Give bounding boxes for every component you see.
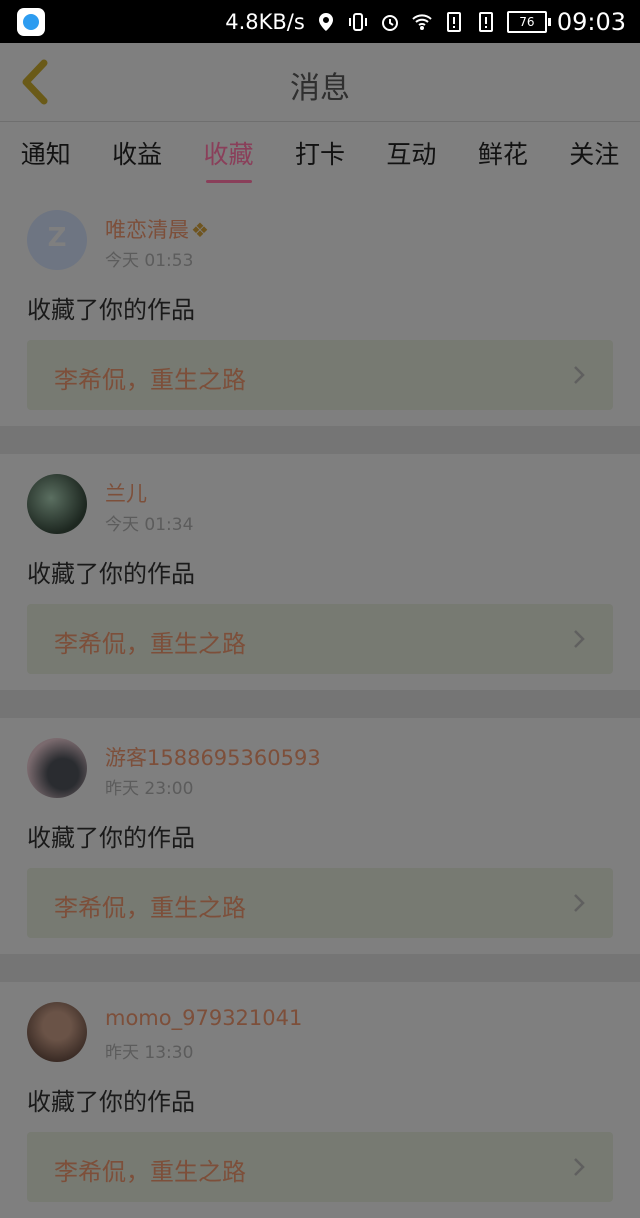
chevron-right-icon	[574, 894, 585, 912]
divider	[0, 690, 640, 718]
wifi-icon	[412, 13, 432, 30]
network-speed: 4.8KB/s	[225, 9, 305, 34]
tab-following[interactable]: 关注	[563, 135, 625, 171]
avatar[interactable]	[27, 1002, 87, 1062]
divider	[0, 426, 640, 454]
message-time: 昨天 23:00	[105, 779, 194, 799]
username[interactable]: 唯恋清晨 ❖	[105, 214, 209, 244]
vip-badge-icon: ❖	[191, 218, 209, 242]
avatar[interactable]	[27, 474, 87, 534]
battery-indicator: 76	[506, 10, 551, 33]
username[interactable]: 游客1588695360593	[105, 742, 321, 772]
tab-notifications[interactable]: 通知	[15, 135, 77, 171]
list-item: 兰儿 今天 01:34 收藏了你的作品 李希侃，重生之路	[0, 454, 640, 690]
message-time: 今天 01:34	[105, 515, 194, 535]
tab-interactions[interactable]: 互动	[380, 135, 442, 171]
list-item: momo_979321041 昨天 13:30 收藏了你的作品 李希侃，重生之路	[0, 982, 640, 1218]
chevron-right-icon	[574, 366, 585, 384]
app-notification-icon	[17, 8, 45, 36]
top-bar: 消息	[0, 43, 640, 122]
page-title: 消息	[290, 71, 350, 106]
work-title: 李希侃，重生之路	[54, 366, 246, 394]
divider	[0, 954, 640, 982]
message-text: 收藏了你的作品	[27, 824, 195, 852]
avatar[interactable]	[27, 210, 87, 270]
chevron-right-icon	[574, 1158, 585, 1176]
work-link[interactable]: 李希侃，重生之路	[27, 1132, 613, 1202]
work-link[interactable]: 李希侃，重生之路	[27, 868, 613, 938]
message-list: 唯恋清晨❖ 今天 01:53 收藏了你的作品 李希侃，重生之路 兰儿 今天 01…	[0, 190, 640, 1218]
sim-alert-icon	[446, 11, 461, 32]
work-link[interactable]: 李希侃，重生之路	[27, 604, 613, 674]
username[interactable]: momo_979321041	[105, 1006, 302, 1030]
clock: 09:03	[556, 7, 626, 36]
username[interactable]: 兰儿	[105, 478, 147, 508]
tab-earnings[interactable]: 收益	[106, 135, 168, 171]
message-text: 收藏了你的作品	[27, 560, 195, 588]
message-time: 今天 01:53	[105, 251, 194, 271]
tab-favorites[interactable]: 收藏	[198, 135, 260, 183]
message-time: 昨天 13:30	[105, 1043, 194, 1063]
vibrate-icon	[348, 12, 367, 31]
avatar[interactable]	[27, 738, 87, 798]
list-item: 唯恋清晨❖ 今天 01:53 收藏了你的作品 李希侃，重生之路	[0, 190, 640, 426]
sim-alert-icon	[478, 11, 493, 32]
message-text: 收藏了你的作品	[27, 1088, 195, 1116]
work-link[interactable]: 李希侃，重生之路	[27, 340, 613, 410]
work-title: 李希侃，重生之路	[54, 630, 246, 658]
tab-flowers[interactable]: 鲜花	[472, 135, 534, 171]
message-text: 收藏了你的作品	[27, 296, 195, 324]
tab-checkin[interactable]: 打卡	[289, 135, 351, 171]
status-bar: 4.8KB/s 76 09:03	[0, 0, 640, 43]
work-title: 李希侃，重生之路	[54, 894, 246, 922]
alarm-icon	[381, 14, 398, 31]
location-icon	[318, 12, 333, 31]
work-title: 李希侃，重生之路	[54, 1158, 246, 1186]
list-item: 游客1588695360593 昨天 23:00 收藏了你的作品 李希侃，重生之…	[0, 718, 640, 954]
chevron-right-icon	[574, 630, 585, 648]
tab-bar: 通知 收益 收藏 打卡 互动 鲜花 关注	[0, 122, 640, 184]
